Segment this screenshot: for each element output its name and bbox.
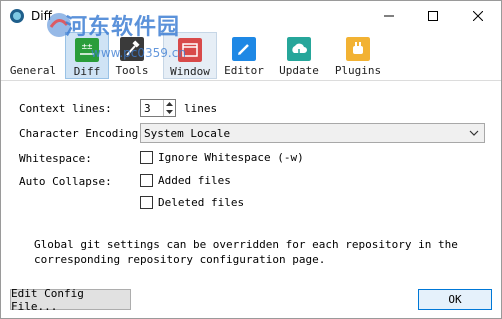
minimize-button[interactable]: [367, 1, 411, 31]
diff-icon: ±±: [75, 38, 99, 62]
tab-diff-label: Diff: [73, 65, 101, 78]
encoding-value: System Locale: [144, 127, 231, 140]
stepper-arrows: [163, 100, 175, 116]
context-lines-label: Context lines:: [19, 102, 112, 115]
chevron-up-icon: [166, 102, 173, 106]
tab-editor-label: Editor: [224, 64, 264, 77]
maximize-icon: [428, 11, 438, 21]
svg-text:±±: ±±: [82, 42, 93, 52]
gear-icon: [25, 41, 41, 57]
maximize-button[interactable]: [411, 1, 455, 31]
context-lines-value[interactable]: 3: [144, 102, 151, 115]
ignore-whitespace-label[interactable]: Ignore Whitespace (-w): [158, 151, 304, 164]
tab-tools[interactable]: Tools: [113, 32, 151, 79]
tab-diff[interactable]: ±± Diff: [65, 32, 109, 79]
global-settings-note: Global git settings can be overridden fo…: [34, 238, 458, 266]
close-icon: [473, 11, 483, 21]
context-lines-suffix: lines: [184, 102, 218, 115]
ignore-whitespace-checkbox[interactable]: [140, 151, 153, 164]
title-bar: Diff: [1, 1, 501, 31]
toolbar-divider: [1, 80, 501, 81]
tab-plugins[interactable]: Plugins: [331, 32, 385, 79]
app-logo-icon: [10, 9, 24, 23]
deleted-files-label[interactable]: Deleted files: [158, 196, 244, 209]
auto-collapse-label: Auto Collapse:: [19, 175, 112, 188]
context-lines-stepper[interactable]: 3: [140, 99, 176, 117]
plug-icon: [346, 37, 370, 61]
tab-update[interactable]: Update: [276, 32, 322, 79]
hammer-icon: [120, 37, 144, 61]
tab-general-label: General: [9, 64, 57, 77]
encoding-select[interactable]: System Locale: [140, 123, 485, 143]
minimize-icon: [384, 15, 394, 17]
whitespace-label: Whitespace:: [19, 152, 92, 165]
chevron-down-icon: [469, 130, 479, 136]
close-button[interactable]: [456, 1, 500, 31]
deleted-files-checkbox[interactable]: [140, 196, 153, 209]
pencil-icon: [232, 37, 256, 61]
added-files-label[interactable]: Added files: [158, 174, 231, 187]
tab-window[interactable]: Window: [163, 32, 217, 79]
tab-editor[interactable]: Editor: [221, 32, 267, 79]
preferences-toolbar: General ±± Diff Tools Window Editor Upda…: [1, 32, 501, 80]
cloud-upload-icon: [287, 37, 311, 61]
tab-plugins-label: Plugins: [334, 64, 382, 77]
chevron-down-icon: [166, 110, 173, 114]
tab-update-label: Update: [279, 64, 319, 77]
window-icon: [178, 38, 202, 62]
tab-window-label: Window: [170, 65, 210, 78]
added-files-checkbox[interactable]: [140, 174, 153, 187]
preferences-window: Diff General ±± Diff Tools Window Editor…: [0, 0, 502, 319]
edit-config-button[interactable]: Edit Config File...: [10, 287, 131, 313]
stepper-down-button[interactable]: [164, 108, 175, 116]
stepper-up-button[interactable]: [164, 100, 175, 108]
tab-tools-label: Tools: [115, 64, 149, 77]
tab-general[interactable]: General: [7, 32, 59, 79]
window-title: Diff: [31, 9, 52, 23]
encoding-label: Character Encoding:: [19, 127, 145, 140]
ok-button[interactable]: OK: [418, 289, 492, 310]
